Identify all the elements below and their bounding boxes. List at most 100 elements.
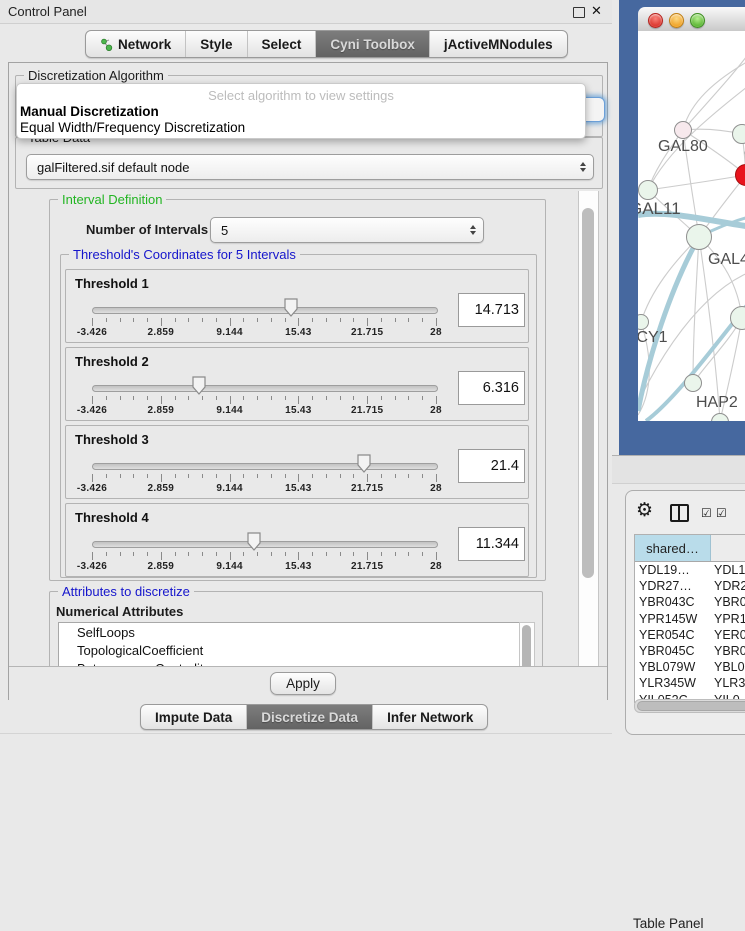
tab-cyni-toolbox[interactable]: Cyni Toolbox <box>316 31 430 57</box>
network-canvas[interactable]: GAL80GACGAL11GAL4GCY1HHAP2 <box>638 31 745 421</box>
numerical-attributes-list[interactable]: SelfLoopsTopologicalCoefficientBetweenne… <box>58 622 520 666</box>
cell-shared-name[interactable]: YBR045C <box>635 644 710 658</box>
cell-shared-name[interactable]: YPR145W <box>635 612 710 626</box>
tab-impute-data[interactable]: Impute Data <box>141 705 247 729</box>
control-panel: Control Panel ✕ Network Style Select Cyn… <box>0 0 612 745</box>
dropdown-option-manual-discretization[interactable]: Manual Discretization <box>20 104 580 119</box>
cell-shared-name[interactable]: YBL079W <box>635 660 710 674</box>
table-row[interactable]: YER054CYER0 <box>635 627 745 643</box>
cyni-toolbox-panel: Discretization Algorithm Select algorith… <box>8 62 608 700</box>
threshold-value-field[interactable]: 21.4 <box>458 449 525 483</box>
network-node-gal4[interactable] <box>686 224 712 250</box>
slider-scale-labels: -3.4262.8599.14415.4321.71528 <box>92 561 437 571</box>
tab-label: Select <box>262 37 302 52</box>
table-panel-title: Table Panel <box>633 916 704 931</box>
cell-name[interactable]: YBR0 <box>710 595 745 609</box>
cell-name[interactable]: YBL0 <box>710 660 745 674</box>
slider-track[interactable] <box>92 307 438 314</box>
attribute-item[interactable]: SelfLoops <box>59 623 519 641</box>
zoom-traffic-light-icon[interactable] <box>690 13 705 28</box>
tab-discretize-data[interactable]: Discretize Data <box>247 705 373 729</box>
slider-thumb[interactable] <box>284 298 298 317</box>
cell-name[interactable]: YPR1 <box>710 612 745 626</box>
table-horizontal-scrollbar[interactable] <box>634 699 745 713</box>
column-header-shared-name[interactable]: shared… <box>635 535 711 561</box>
cell-shared-name[interactable]: YBR043C <box>635 595 710 609</box>
threshold-value-field[interactable]: 14.713 <box>458 293 525 327</box>
close-traffic-light-icon[interactable] <box>648 13 663 28</box>
slider-thumb[interactable] <box>192 376 206 395</box>
attributes-group: Attributes to discretize Numerical Attri… <box>49 591 543 666</box>
cell-name[interactable]: YDR2 <box>710 579 745 593</box>
table-row[interactable]: YBR043CYBR0 <box>635 594 745 610</box>
scale-label: 21.715 <box>351 405 383 416</box>
group-title: Threshold's Coordinates for 5 Intervals <box>69 247 300 262</box>
cell-shared-name[interactable]: YER054C <box>635 628 710 642</box>
tab-network[interactable]: Network <box>86 31 186 57</box>
cell-shared-name[interactable]: YDL19… <box>635 563 710 577</box>
scale-label: 2.859 <box>148 327 175 338</box>
close-icon[interactable]: ✕ <box>591 3 602 19</box>
table-panel-header: Table Panel <box>612 455 745 484</box>
slider-track[interactable] <box>92 385 438 392</box>
checkbox-icon[interactable]: ☑ <box>716 506 727 520</box>
cell-shared-name[interactable]: YLR345W <box>635 676 710 690</box>
cell-name[interactable]: YDL1 <box>710 563 745 577</box>
scrollbar-thumb[interactable] <box>582 208 594 578</box>
cell-name[interactable]: YBR0 <box>710 644 745 658</box>
top-tab-bar: Network Style Select Cyni Toolbox jActiv… <box>85 30 568 58</box>
node-label: GAL4 <box>708 251 745 269</box>
scrollbar-thumb[interactable] <box>522 625 531 666</box>
tab-infer-network[interactable]: Infer Network <box>373 705 487 729</box>
attributes-list-scrollbar[interactable] <box>519 622 535 666</box>
tab-select[interactable]: Select <box>248 31 317 57</box>
interval-definition-group: Interval Definition Number of Intervals … <box>49 199 546 581</box>
network-node-gal80[interactable] <box>674 121 692 139</box>
gear-icon[interactable]: ⚙ <box>636 499 653 522</box>
split-columns-icon[interactable] <box>670 504 689 522</box>
slider-ticks <box>92 552 437 561</box>
tab-jactivemnodules[interactable]: jActiveMNodules <box>430 31 567 57</box>
table-row[interactable]: YDR27…YDR2 <box>635 578 745 594</box>
slider-scale-labels: -3.4262.8599.14415.4321.71528 <box>92 405 437 415</box>
slider-thumb[interactable] <box>247 532 261 551</box>
table-row[interactable]: YPR145WYPR1 <box>635 611 745 627</box>
table-row[interactable]: YBR045CYBR0 <box>635 643 745 659</box>
cell-name[interactable]: YLR3 <box>710 676 745 690</box>
table-data-combobox[interactable]: galFiltered.sif default node <box>26 154 594 180</box>
attribute-item[interactable]: TopologicalCoefficient <box>59 641 519 659</box>
scrollbar-thumb[interactable] <box>637 701 745 711</box>
table-row[interactable]: YDL19…YDL1 <box>635 562 745 578</box>
cell-shared-name[interactable]: YDR27… <box>635 579 710 593</box>
threshold-label: Threshold 2 <box>75 354 149 369</box>
threshold-value-field[interactable]: 11.344 <box>458 527 525 561</box>
table-row[interactable]: YLR345WYLR3 <box>635 675 745 691</box>
table-data-group: Table Data galFiltered.sif default node <box>15 137 603 189</box>
slider-thumb[interactable] <box>357 454 371 473</box>
network-node-ga[interactable] <box>732 124 745 144</box>
table-row[interactable]: YBL079WYBL0 <box>635 659 745 675</box>
minimize-traffic-light-icon[interactable] <box>669 13 684 28</box>
number-of-intervals-combobox[interactable]: 5 <box>210 217 484 243</box>
combobox-spinner-icon <box>463 225 483 235</box>
dropdown-option-equal-width-frequency[interactable]: Equal Width/Frequency Discretization <box>20 120 580 135</box>
node-label: GAL80 <box>658 138 708 156</box>
slider-track[interactable] <box>92 463 438 470</box>
slider-scale-labels: -3.4262.8599.14415.4321.71528 <box>92 483 437 493</box>
network-node-gal11[interactable] <box>638 180 658 200</box>
slider-track[interactable] <box>92 541 438 548</box>
scale-label: -3.426 <box>77 405 107 416</box>
apply-button[interactable]: Apply <box>270 672 336 695</box>
threshold-value-field[interactable]: 6.316 <box>458 371 525 405</box>
network-window-titlebar[interactable] <box>638 7 745 32</box>
panel-vertical-scrollbar[interactable] <box>578 191 599 666</box>
cell-name[interactable]: YER0 <box>710 628 745 642</box>
network-node-hap2[interactable] <box>684 374 702 392</box>
attribute-item[interactable]: BetweennessCentrality <box>59 659 519 666</box>
checkbox-icon[interactable]: ☑ <box>701 506 712 520</box>
tab-style[interactable]: Style <box>186 31 247 57</box>
column-header-name[interactable]: n <box>711 535 745 561</box>
tab-label: jActiveMNodules <box>444 37 553 52</box>
tab-label: Infer Network <box>387 710 473 725</box>
float-window-icon[interactable] <box>573 7 585 18</box>
